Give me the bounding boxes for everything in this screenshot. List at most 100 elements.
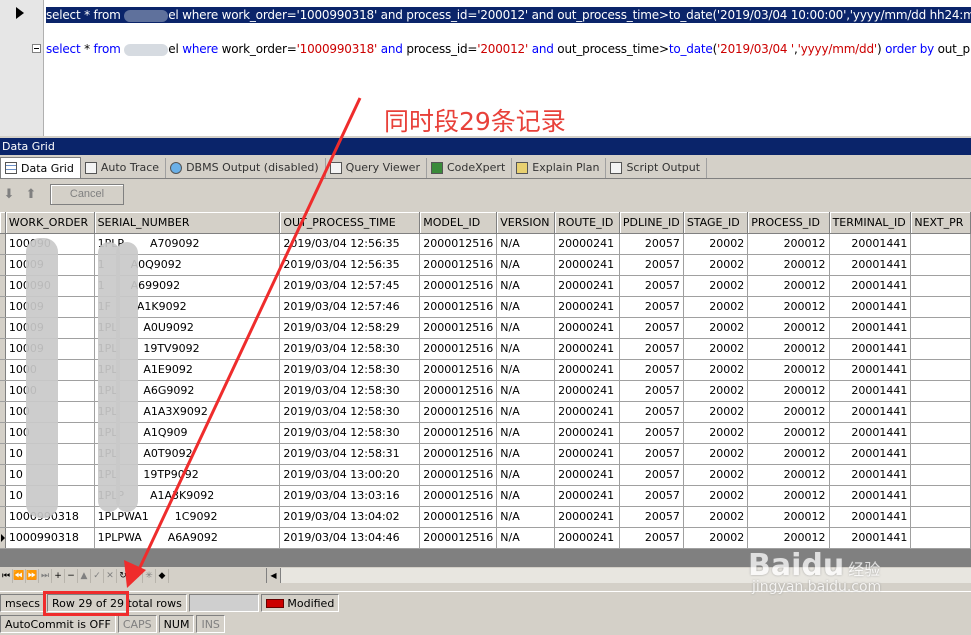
table-row[interactable]: 1000901PLPA7090922019/03/04 12:56:352000… <box>0 233 971 255</box>
column-header[interactable]: NEXT_PR <box>910 212 971 234</box>
table-row[interactable]: 1000901A6990922019/03/04 12:57:452000012… <box>0 275 971 297</box>
table-cell[interactable]: 20000241 <box>554 380 620 402</box>
table-cell[interactable]: 20001441 <box>829 527 912 549</box>
table-cell[interactable]: 2000012516 <box>419 464 498 486</box>
table-cell[interactable]: 20001441 <box>829 233 912 255</box>
table-cell[interactable]: 20000241 <box>554 359 620 381</box>
table-cell[interactable]: 20002 <box>683 443 749 465</box>
table-cell[interactable]: 20002 <box>683 296 749 318</box>
table-cell[interactable]: 20057 <box>619 485 684 507</box>
data-grid[interactable]: WORK_ORDER SERIAL_NUMBER OUT_PROCESS_TIM… <box>0 212 971 566</box>
table-cell[interactable]: 2000012516 <box>419 254 498 276</box>
table-cell[interactable]: 200012 <box>747 338 830 360</box>
table-cell[interactable]: 20001441 <box>829 401 912 423</box>
table-cell[interactable]: N/A <box>496 464 556 486</box>
table-cell[interactable]: 20057 <box>619 338 684 360</box>
table-cell[interactable]: N/A <box>496 317 556 339</box>
tab-codexpert[interactable]: CodeXpert <box>427 157 513 178</box>
table-row[interactable]: 1001PLA1A3X90922019/03/04 12:58:30200001… <box>0 401 971 423</box>
table-cell[interactable] <box>910 422 971 444</box>
table-cell[interactable]: 20057 <box>619 296 684 318</box>
table-cell[interactable]: 20002 <box>683 338 749 360</box>
export-icon[interactable]: ⬇ <box>0 185 18 203</box>
table-cell[interactable] <box>910 527 971 549</box>
cancel-edit-icon[interactable]: ✕ <box>104 568 117 583</box>
table-cell[interactable]: 2000012516 <box>419 422 498 444</box>
table-cell[interactable]: 2000012516 <box>419 380 498 402</box>
table-cell[interactable] <box>910 296 971 318</box>
table-cell[interactable]: 2019/03/04 12:57:46 <box>279 296 421 318</box>
import-icon[interactable]: ⬆ <box>22 185 40 203</box>
edit-row-icon[interactable]: ▲ <box>78 568 91 583</box>
table-cell[interactable]: 200012 <box>747 296 830 318</box>
table-cell[interactable] <box>910 443 971 465</box>
table-cell[interactable]: 200012 <box>747 443 830 465</box>
options-icon[interactable]: ◆ <box>156 568 169 583</box>
table-cell[interactable]: 200012 <box>747 485 830 507</box>
table-cell[interactable] <box>910 485 971 507</box>
tab-dbms-output[interactable]: DBMS Output (disabled) <box>166 157 326 178</box>
table-row[interactable]: 101PL19TP90922019/03/04 13:00:2020000125… <box>0 464 971 486</box>
table-cell[interactable]: 20057 <box>619 401 684 423</box>
autocommit-status[interactable]: AutoCommit is OFF <box>0 615 116 633</box>
table-cell[interactable]: 2019/03/04 12:58:30 <box>279 338 421 360</box>
table-cell[interactable]: 2019/03/04 12:57:45 <box>279 275 421 297</box>
column-header[interactable]: WORK_ORDER <box>5 212 95 234</box>
table-cell[interactable]: N/A <box>496 380 556 402</box>
table-cell[interactable]: 20000241 <box>554 317 620 339</box>
table-cell[interactable]: N/A <box>496 275 556 297</box>
refresh-icon[interactable]: ↻ <box>117 568 130 583</box>
table-cell[interactable]: 200012 <box>747 464 830 486</box>
table-cell[interactable]: 2000012516 <box>419 401 498 423</box>
table-cell[interactable]: 2019/03/04 12:58:29 <box>279 317 421 339</box>
table-cell[interactable]: 2019/03/04 13:03:16 <box>279 485 421 507</box>
table-cell[interactable]: 20002 <box>683 233 749 255</box>
table-cell[interactable]: 20057 <box>619 254 684 276</box>
tab-explain-plan[interactable]: Explain Plan <box>512 157 607 178</box>
tab-script-output[interactable]: Script Output <box>606 157 708 178</box>
table-cell[interactable]: 200012 <box>747 254 830 276</box>
table-cell[interactable]: 2000012516 <box>419 527 498 549</box>
table-cell[interactable]: 20001441 <box>829 338 912 360</box>
table-cell[interactable]: 200012 <box>747 380 830 402</box>
column-header[interactable]: PDLINE_ID <box>619 212 684 234</box>
table-cell[interactable] <box>910 506 971 528</box>
table-cell[interactable]: 20002 <box>683 401 749 423</box>
table-cell[interactable]: 20001441 <box>829 443 912 465</box>
table-cell[interactable]: 20057 <box>619 506 684 528</box>
table-cell[interactable]: 20057 <box>619 422 684 444</box>
table-cell[interactable]: 20057 <box>619 233 684 255</box>
table-cell[interactable]: 2019/03/04 12:58:30 <box>279 422 421 444</box>
table-row[interactable]: 100091FA1K90922019/03/04 12:57:462000012… <box>0 296 971 318</box>
tab-auto-trace[interactable]: Auto Trace <box>81 157 167 178</box>
table-cell[interactable]: 2000012516 <box>419 338 498 360</box>
table-cell[interactable]: N/A <box>496 506 556 528</box>
column-header[interactable]: STAGE_ID <box>683 212 749 234</box>
table-cell[interactable]: 20057 <box>619 464 684 486</box>
table-cell[interactable]: 20001441 <box>829 485 912 507</box>
column-header[interactable]: OUT_PROCESS_TIME <box>279 212 421 234</box>
table-cell[interactable]: N/A <box>496 527 556 549</box>
column-header[interactable]: PROCESS_ID <box>747 212 830 234</box>
table-cell[interactable]: 20002 <box>683 422 749 444</box>
delete-row-icon[interactable]: − <box>65 568 78 583</box>
table-cell[interactable]: N/A <box>496 296 556 318</box>
table-cell[interactable]: 200012 <box>747 422 830 444</box>
table-cell[interactable]: 20000241 <box>554 422 620 444</box>
table-cell[interactable]: 200012 <box>747 233 830 255</box>
table-cell[interactable]: 20002 <box>683 317 749 339</box>
table-cell[interactable]: 20057 <box>619 275 684 297</box>
table-cell[interactable] <box>910 254 971 276</box>
table-cell[interactable]: 200012 <box>747 317 830 339</box>
table-cell[interactable]: 20002 <box>683 359 749 381</box>
table-cell[interactable]: 2000012516 <box>419 233 498 255</box>
table-cell[interactable]: 20000241 <box>554 464 620 486</box>
table-cell[interactable]: 2019/03/04 12:58:31 <box>279 443 421 465</box>
scroll-left-icon[interactable]: ◀ <box>267 568 281 583</box>
column-header[interactable]: SERIAL_NUMBER <box>94 212 281 234</box>
table-cell[interactable]: N/A <box>496 443 556 465</box>
table-cell[interactable]: 20001441 <box>829 506 912 528</box>
table-cell[interactable]: 20057 <box>619 359 684 381</box>
table-row[interactable]: 101PLPA1A3K90922019/03/04 13:03:16200001… <box>0 485 971 507</box>
table-cell[interactable]: 20002 <box>683 527 749 549</box>
